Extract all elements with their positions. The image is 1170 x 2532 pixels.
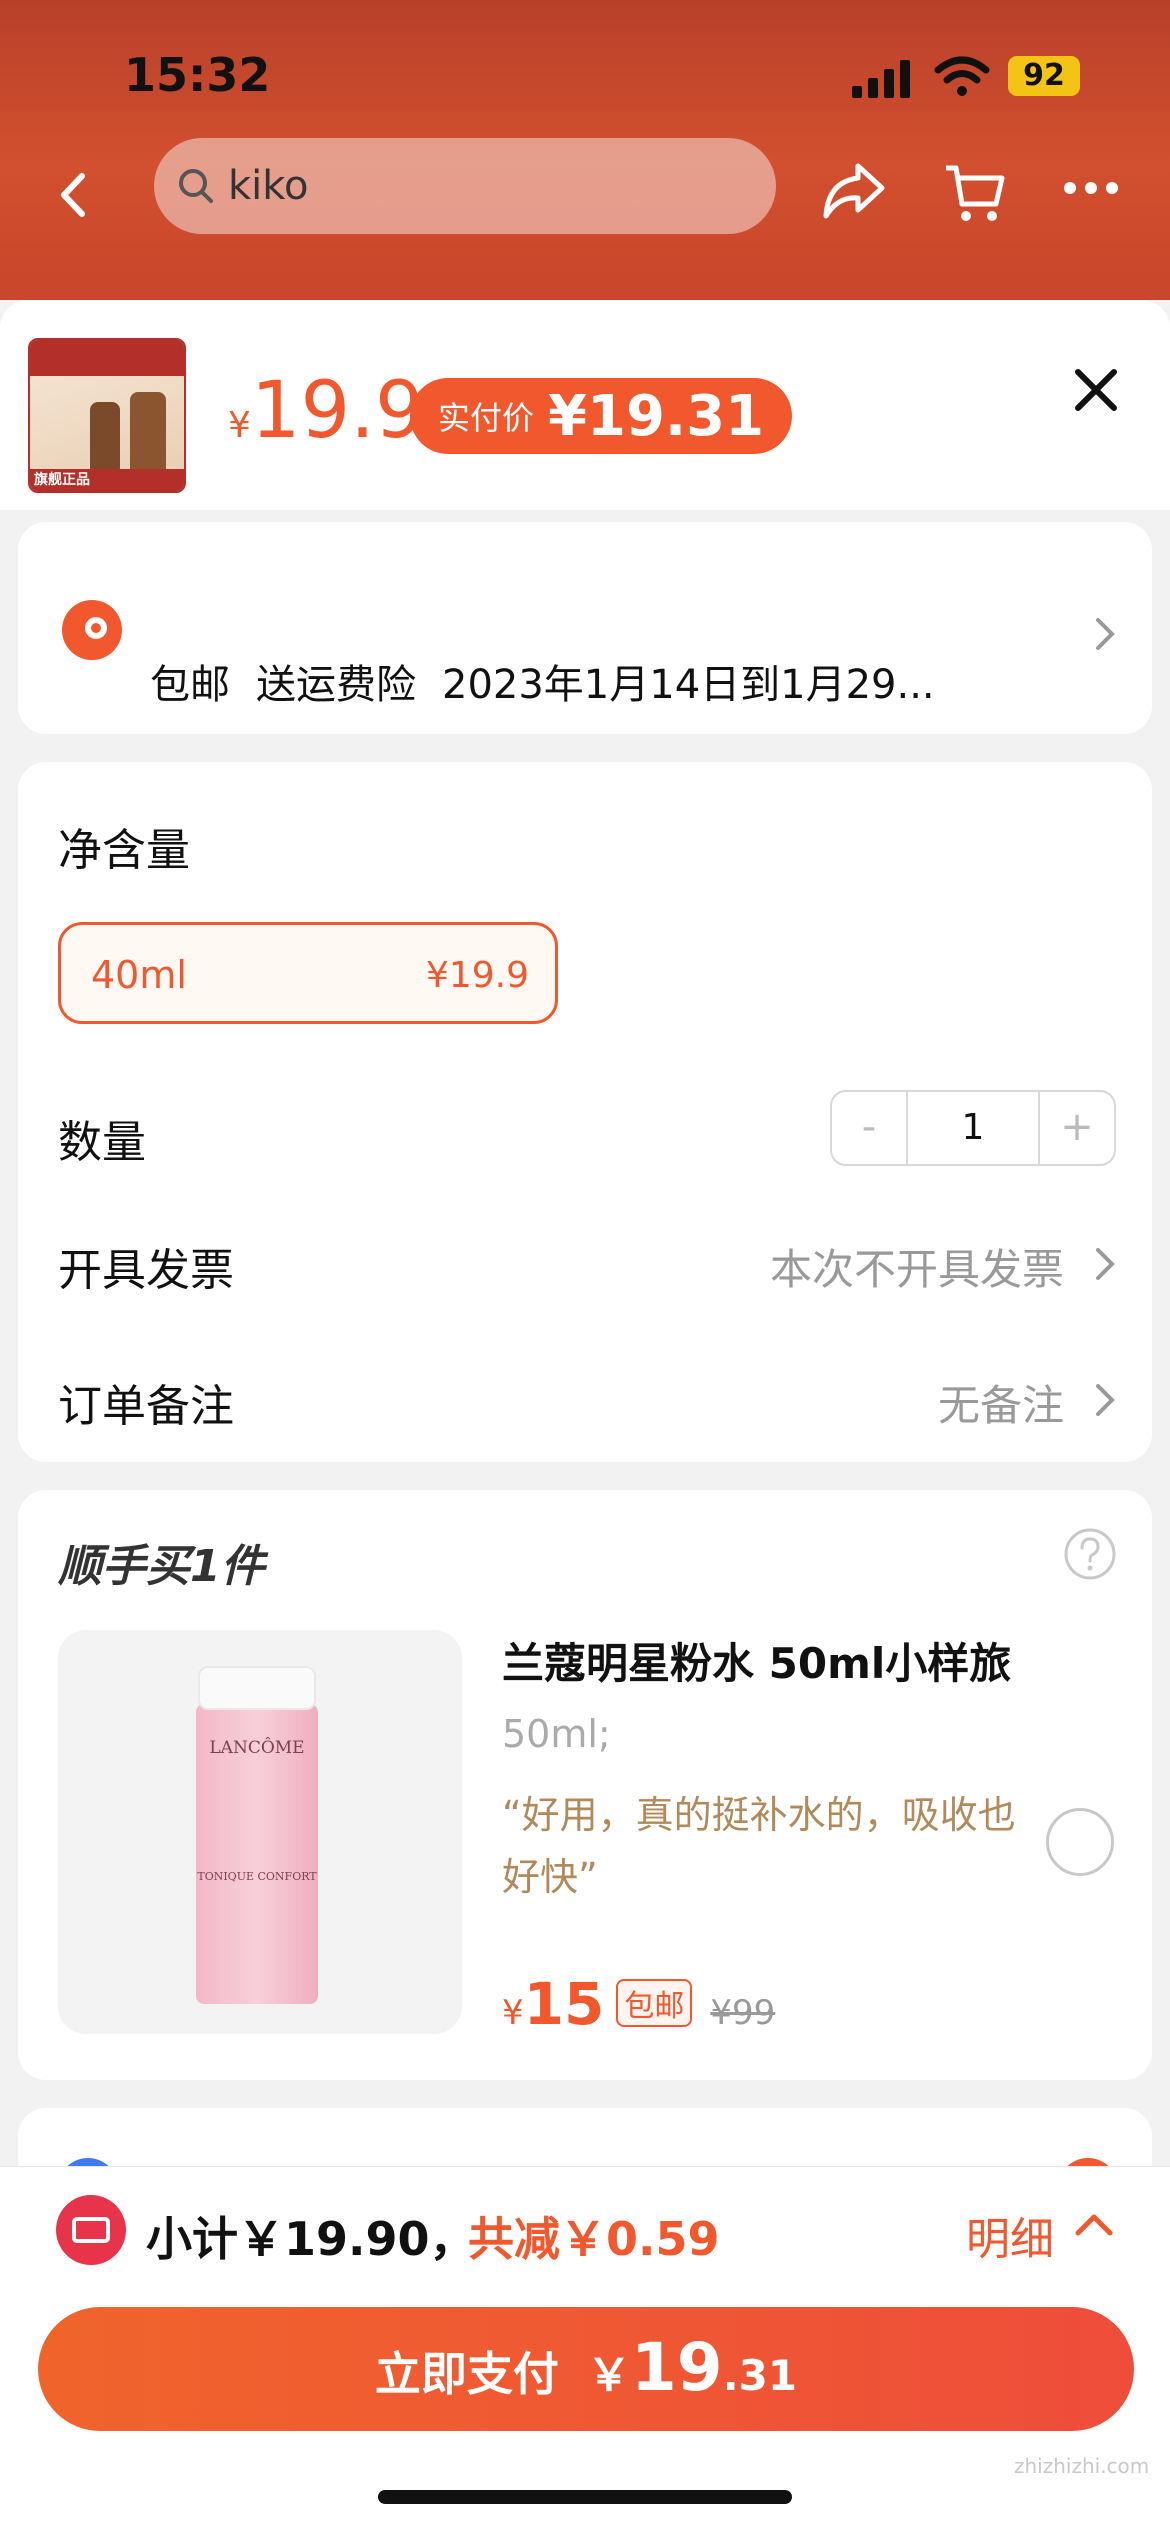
addon-original-price: ¥99 bbox=[710, 1993, 776, 2033]
addon-price: ¥15 包邮 ¥99 bbox=[502, 1970, 776, 2038]
quantity-label: 数量 bbox=[58, 1117, 146, 1168]
search-query: kiko bbox=[228, 163, 309, 209]
shipping-info: 包邮 送运费险 2023年1月14日到1月29... bbox=[150, 652, 935, 710]
chevron-right-icon bbox=[1096, 618, 1115, 650]
addon-product-name[interactable]: 兰蔻明星粉水 50ml小样旅 bbox=[502, 1630, 1011, 1691]
checkout-bar: 小计￥19.90， 共减￥0.59 明细 立即支付 ￥ 19.31 bbox=[0, 2166, 1170, 2532]
addon-spec: 50ml; bbox=[502, 1712, 611, 1756]
top-nav: kiko bbox=[0, 130, 1170, 250]
spec-card: 净含量 40ml ¥19.9 数量 - 1 + 开具发票 本次不开具发票 订单备… bbox=[18, 762, 1152, 1462]
search-bar[interactable]: kiko bbox=[154, 138, 776, 234]
share-icon[interactable] bbox=[820, 160, 886, 222]
invoice-value: 本次不开具发票 bbox=[769, 1245, 1064, 1294]
help-icon[interactable] bbox=[1062, 1526, 1118, 1582]
quantity-input[interactable]: 1 bbox=[906, 1092, 1040, 1164]
remark-label: 订单备注 bbox=[58, 1381, 234, 1432]
shipping-card[interactable]: 包邮 送运费险 2023年1月14日到1月29... bbox=[18, 522, 1152, 734]
addon-free-shipping-badge: 包邮 bbox=[616, 1979, 693, 2027]
more-icon[interactable] bbox=[1062, 180, 1120, 196]
chevron-right-icon bbox=[1096, 1248, 1115, 1280]
addon-title: 顺手买1件 bbox=[58, 1541, 265, 1592]
thumbnail-badge: 旗舰正品 bbox=[34, 472, 90, 488]
sku-header: 旗舰正品 ¥19.9 实付价 ¥19.31 bbox=[0, 300, 1170, 510]
addon-select-radio[interactable] bbox=[1046, 1808, 1114, 1876]
discount-text: 共减￥0.59 bbox=[468, 2212, 720, 2266]
sku-price: ¥19.9 bbox=[228, 366, 425, 456]
quantity-plus-button[interactable]: + bbox=[1040, 1092, 1114, 1164]
cart-icon[interactable] bbox=[942, 160, 1008, 226]
detail-link[interactable]: 明细 bbox=[966, 2203, 1054, 2267]
chevron-up-icon[interactable] bbox=[1074, 2211, 1114, 2237]
product-thumbnail[interactable]: 旗舰正品 bbox=[28, 338, 186, 493]
quantity-minus-button[interactable]: - bbox=[832, 1092, 906, 1164]
pay-now-button[interactable]: 立即支付 ￥ 19.31 bbox=[38, 2307, 1134, 2431]
home-indicator bbox=[378, 2490, 792, 2504]
addon-image-sub: TONIQUE CONFORT bbox=[197, 1870, 317, 1883]
addon-image-brand: LANCÔME bbox=[209, 1738, 305, 1758]
actual-price-pill: 实付价 ¥19.31 bbox=[410, 378, 793, 454]
chevron-right-icon bbox=[1096, 1384, 1115, 1416]
status-bar: 15:32 92 bbox=[0, 0, 1170, 150]
spec-title: 净含量 bbox=[58, 825, 190, 876]
free-shipping-label: 包邮 bbox=[150, 662, 230, 708]
spec-option-40ml[interactable]: 40ml ¥19.9 bbox=[58, 922, 558, 1024]
watermark: zhizhizhi.com bbox=[1014, 2454, 1150, 2478]
shipping-icon bbox=[62, 600, 122, 660]
search-icon bbox=[179, 169, 213, 203]
invoice-label: 开具发票 bbox=[58, 1245, 234, 1296]
subtotal-text: 小计￥19.90， bbox=[146, 2212, 476, 2266]
remark-value: 无备注 bbox=[937, 1381, 1064, 1430]
status-time: 15:32 bbox=[124, 48, 271, 102]
back-icon[interactable] bbox=[50, 170, 100, 220]
battery-indicator: 92 bbox=[1008, 56, 1080, 96]
wifi-icon bbox=[934, 56, 990, 96]
close-icon[interactable] bbox=[1070, 364, 1122, 416]
delivery-date: 2023年1月14日到1月29... bbox=[442, 662, 935, 708]
addon-review: “好用，真的挺补水的，吸收也好快” bbox=[502, 1793, 1016, 1899]
addon-product-image[interactable]: LANCÔME TONIQUE CONFORT bbox=[58, 1630, 462, 2034]
return-insurance-label: 送运费险 bbox=[256, 662, 416, 708]
coupon-icon bbox=[56, 2195, 126, 2265]
quantity-stepper: - 1 + bbox=[830, 1090, 1116, 1166]
addon-card: 顺手买1件 LANCÔME TONIQUE CONFORT 兰蔻明星粉水 50m… bbox=[18, 1490, 1152, 2080]
cellular-signal-icon bbox=[852, 60, 910, 98]
